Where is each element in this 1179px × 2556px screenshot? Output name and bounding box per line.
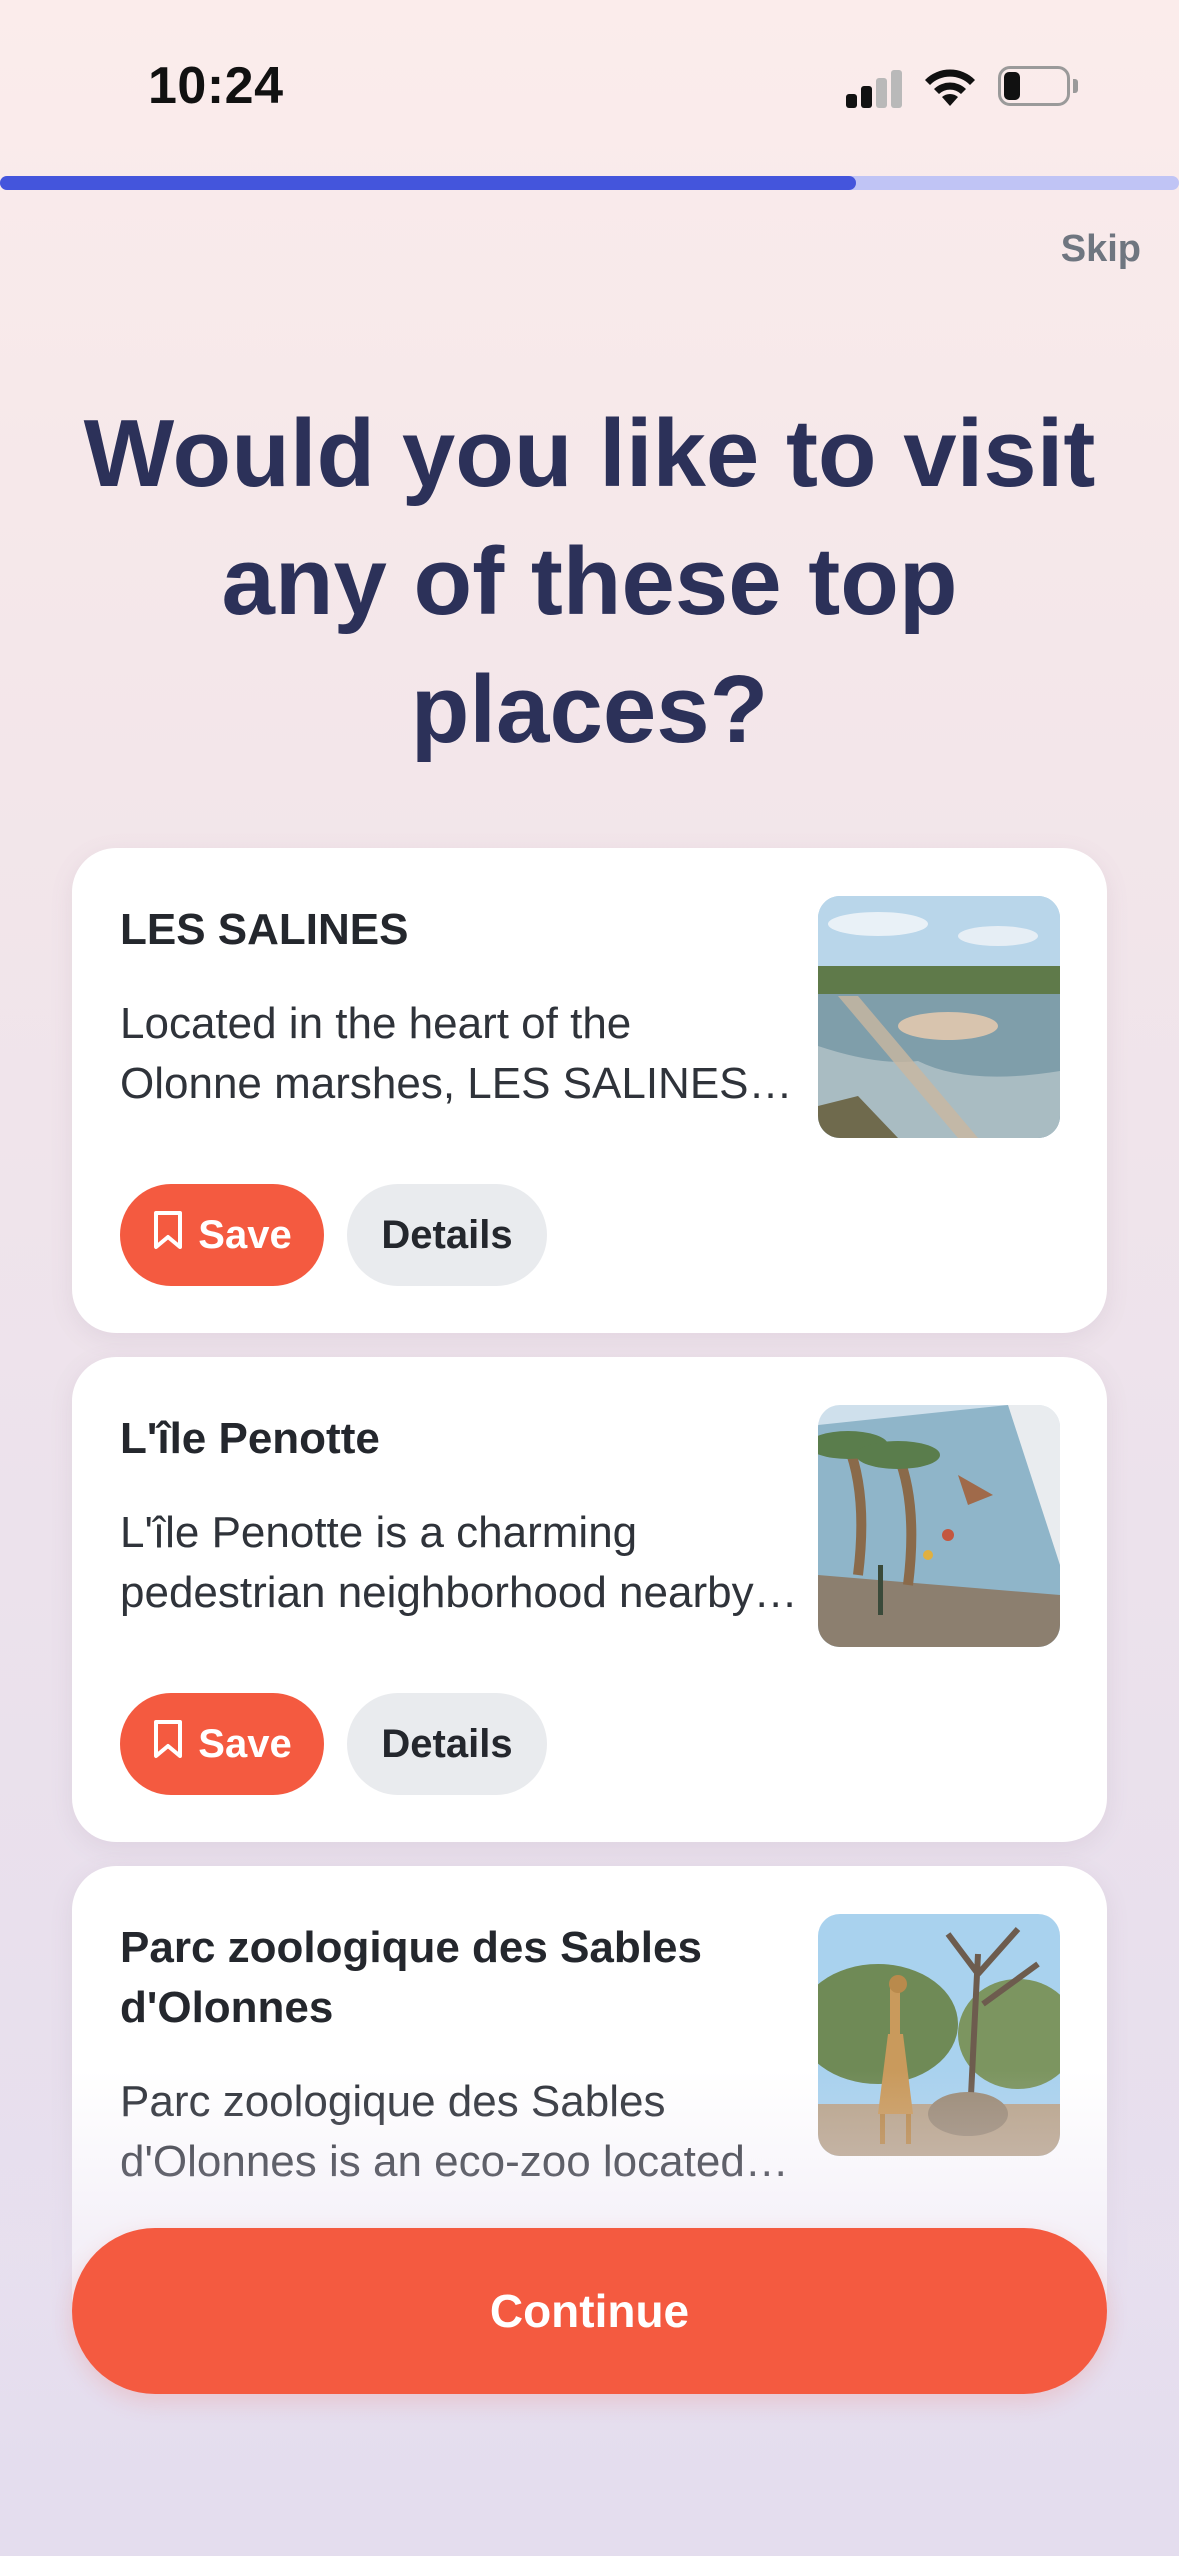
save-label: Save (198, 1212, 292, 1257)
place-card: L'île Penotte L'île Penotte is a charmin… (72, 1357, 1107, 1842)
save-label: Save (198, 1721, 292, 1766)
details-button[interactable]: Details (347, 1184, 547, 1286)
skip-button[interactable]: Skip (1061, 228, 1141, 271)
onboarding-progress-bar (0, 176, 1179, 190)
status-time: 10:24 (148, 57, 284, 115)
bookmark-icon (152, 1210, 184, 1260)
wifi-icon (922, 64, 978, 108)
cellular-signal-icon (846, 70, 904, 108)
place-description: L'île Penotte is a charming pedestrian n… (120, 1508, 800, 1617)
save-button[interactable]: Save (120, 1184, 324, 1286)
place-description: Located in the heart of the Olonne marsh… (120, 999, 800, 1108)
bookmark-icon (152, 1719, 184, 1769)
save-button[interactable]: Save (120, 1693, 324, 1795)
mural-street-photo-icon[interactable] (818, 1405, 1060, 1647)
giraffe-photo-icon[interactable] (818, 1914, 1060, 2156)
salt-marsh-photo-icon[interactable] (818, 896, 1060, 1138)
place-title: L'île Penotte (120, 1414, 380, 1463)
place-title: LES SALINES (120, 905, 409, 954)
battery-icon (998, 66, 1078, 106)
place-card: LES SALINES Located in the heart of the … (72, 848, 1107, 1333)
page-title: Would you like to visit any of these top… (83, 400, 1096, 763)
status-bar: 10:24 (0, 0, 1179, 170)
progress-fill (0, 176, 856, 190)
place-title: Parc zoologique des Sables d'Olonnes (120, 1923, 702, 2032)
place-description: Parc zoologique des Sables d'Olonnes is … (120, 2077, 800, 2186)
continue-button[interactable]: Continue (72, 2228, 1107, 2394)
details-button[interactable]: Details (347, 1693, 547, 1795)
